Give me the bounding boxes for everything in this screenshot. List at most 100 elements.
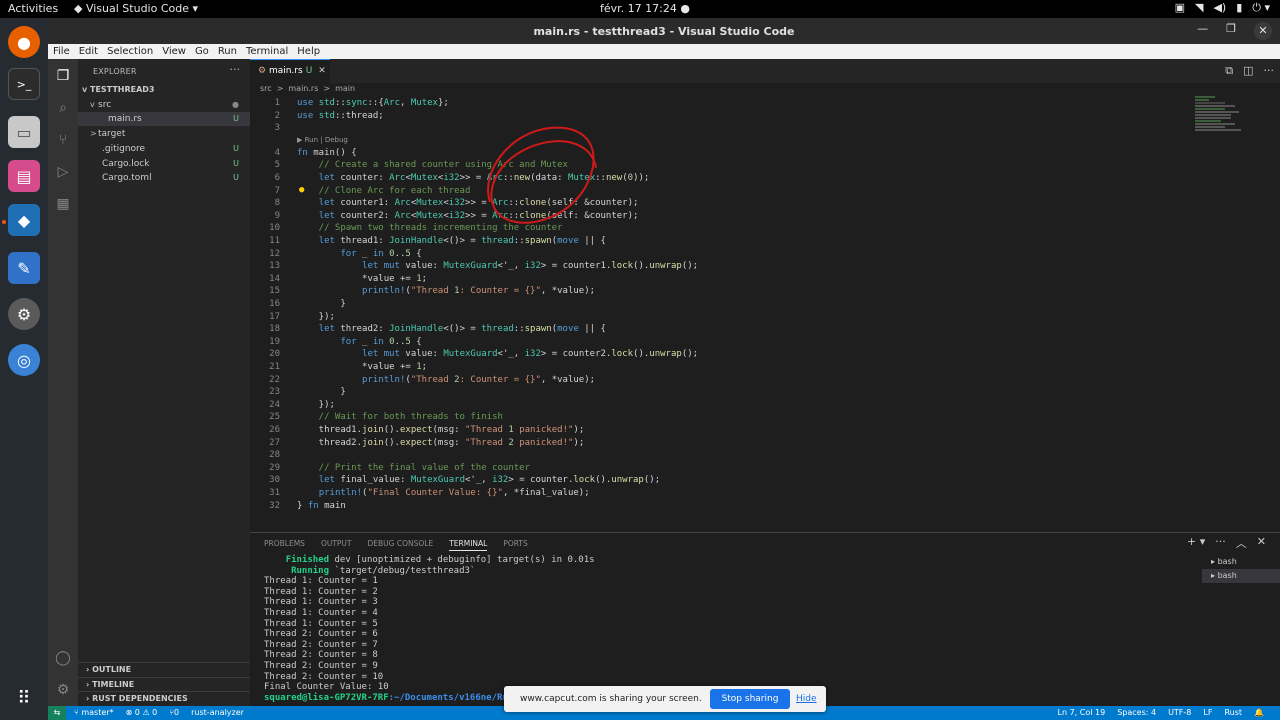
tab-terminal[interactable]: TERMINAL	[449, 539, 488, 551]
split-editor-icon[interactable]: ◫	[1243, 64, 1253, 78]
code-line[interactable]: 20 let mut value: MutexGuard<'_, i32> = …	[250, 348, 698, 361]
menu-terminal[interactable]: Terminal	[246, 46, 288, 57]
close-button[interactable]: ✕	[1254, 22, 1272, 40]
cursor-position[interactable]: Ln 7, Col 19	[1058, 706, 1106, 720]
code-line[interactable]: 19 for _ in 0..5 {	[250, 336, 422, 349]
video-editor-icon[interactable]: ▤	[8, 160, 40, 192]
breadcrumb-main[interactable]: main	[335, 84, 355, 93]
tab-debug-console[interactable]: DEBUG CONSOLE	[368, 539, 434, 551]
encoding[interactable]: UTF-8	[1168, 706, 1191, 720]
code-line[interactable]: 12 for _ in 0..5 {	[250, 248, 422, 261]
code-line[interactable]: 10 // Spawn two threads incrementing the…	[250, 222, 562, 235]
code-line[interactable]: 28	[250, 449, 280, 462]
project-folder[interactable]: v TESTTHREAD3	[78, 83, 250, 97]
system-tray[interactable]: ▣ ◥ ◀) ▮ ⏻ ▾	[1175, 1, 1270, 15]
close-tab-icon[interactable]: ✕	[318, 66, 326, 76]
language-mode[interactable]: Rust	[1224, 706, 1242, 720]
clock[interactable]: févr. 17 17:24 ●	[600, 2, 690, 15]
code-line[interactable]: 1 use std::sync::{Arc, Mutex};	[250, 97, 449, 110]
menu-edit[interactable]: Edit	[79, 46, 98, 57]
minimize-button[interactable]: —	[1197, 22, 1208, 40]
code-line[interactable]: 3	[250, 122, 280, 135]
code-line[interactable]: 23 }	[250, 386, 346, 399]
tab-ports[interactable]: PORTS	[503, 539, 527, 551]
rust-dependencies-section[interactable]: › RUST DEPENDENCIES	[78, 691, 250, 705]
code-line[interactable]: 31 println!("Final Counter Value: {}", *…	[250, 487, 589, 500]
tree-item-src[interactable]: v src ●	[78, 98, 250, 112]
more-actions-icon[interactable]: ···	[1215, 535, 1226, 551]
code-line[interactable]: 17 });	[250, 311, 335, 324]
notifications-icon[interactable]: 🔔	[1254, 706, 1264, 720]
timeline-section[interactable]: › TIMELINE	[78, 677, 250, 691]
code-line[interactable]: 2 use std::thread;	[250, 110, 384, 123]
tree-item-cargo-lock[interactable]: Cargo.lock U	[78, 157, 250, 171]
code-line[interactable]: 5 // Create a shared counter using Arc a…	[250, 159, 568, 172]
code-line[interactable]: 16 }	[250, 298, 346, 311]
tree-item-main-rs[interactable]: main.rs U	[78, 112, 250, 126]
chromium-icon[interactable]: ◎	[8, 344, 40, 376]
manage-gear-icon[interactable]: ⚙	[54, 681, 72, 699]
menu-help[interactable]: Help	[297, 46, 320, 57]
code-line[interactable]: 21 *value += 1;	[250, 361, 427, 374]
terminal-icon[interactable]: >_	[8, 68, 40, 100]
code-line[interactable]: 26 thread1.join().expect(msg: "Thread 1 …	[250, 424, 584, 437]
code-line[interactable]: 7 // Clone Arc for each thread	[250, 185, 471, 198]
line-ending[interactable]: LF	[1203, 706, 1212, 720]
more-actions-icon[interactable]: ···	[1264, 64, 1275, 78]
maximize-panel-icon[interactable]: ︿	[1236, 535, 1247, 551]
code-line[interactable]: 14 *value += 1;	[250, 273, 427, 286]
run-debug-icon[interactable]: ▷	[54, 163, 72, 181]
tab-output[interactable]: OUTPUT	[321, 539, 352, 551]
stop-sharing-button[interactable]: Stop sharing	[710, 689, 790, 709]
text-editor-icon[interactable]: ✎	[8, 252, 40, 284]
indentation[interactable]: Spaces: 4	[1117, 706, 1156, 720]
branch-indicator[interactable]: ⑂ master*	[74, 706, 114, 720]
rust-analyzer-status[interactable]: rust-analyzer	[191, 706, 244, 720]
code-line[interactable]: 29 // Print the final value of the count…	[250, 462, 530, 475]
search-icon[interactable]: ⌕	[54, 99, 72, 117]
more-actions-icon[interactable]: ···	[230, 63, 241, 76]
code-line[interactable]: 4 fn main() {	[250, 147, 357, 160]
code-line[interactable]: 11 let thread1: JoinHandle<()> = thread:…	[250, 235, 606, 248]
account-icon[interactable]: ◯	[54, 649, 72, 667]
settings-icon[interactable]: ⚙	[8, 298, 40, 330]
source-control-icon[interactable]: ⑂	[54, 131, 72, 149]
app-menu[interactable]: ◆ Visual Studio Code ▾	[74, 2, 198, 15]
code-line[interactable]: 27 thread2.join().expect(msg: "Thread 2 …	[250, 437, 584, 450]
breadcrumb-src[interactable]: src	[260, 84, 272, 93]
code-line[interactable]: 8 let counter1: Arc<Mutex<i32>> = Arc::c…	[250, 197, 639, 210]
terminal-session[interactable]: ▸ bash	[1202, 555, 1280, 569]
code-line[interactable]: 13 let mut value: MutexGuard<'_, i32> = …	[250, 260, 698, 273]
menu-run[interactable]: Run	[218, 46, 237, 57]
menu-selection[interactable]: Selection	[107, 46, 153, 57]
code-line[interactable]: 22 println!("Thread 2: Counter = {}", *v…	[250, 374, 595, 387]
vscode-icon[interactable]: ◆	[8, 204, 40, 236]
show-apps-icon[interactable]: ⠿	[8, 682, 40, 714]
tab-problems[interactable]: PROBLEMS	[264, 539, 305, 551]
breadcrumb-main-rs[interactable]: main.rs	[288, 84, 318, 93]
remote-icon[interactable]: ⇆	[48, 706, 66, 720]
code-line[interactable]: 30 let final_value: MutexGuard<'_, i32> …	[250, 474, 660, 487]
lightbulb-icon[interactable]: ●	[299, 185, 304, 195]
terminal-output[interactable]: Finished dev [unoptimized + debuginfo] t…	[264, 555, 595, 703]
tree-item-cargo-toml[interactable]: Cargo.toml U	[78, 171, 250, 185]
maximize-button[interactable]: ❐	[1226, 22, 1236, 40]
close-panel-icon[interactable]: ✕	[1257, 535, 1266, 551]
extensions-icon[interactable]: ▦	[54, 195, 72, 213]
outline-section[interactable]: › OUTLINE	[78, 662, 250, 676]
code-line[interactable]: 32} fn main	[250, 500, 346, 513]
code-line[interactable]: 24 });	[250, 399, 335, 412]
tab-main-rs[interactable]: ⚙ main.rs U ✕	[250, 59, 330, 83]
code-line[interactable]: 18 let thread2: JoinHandle<()> = thread:…	[250, 323, 606, 336]
code-line[interactable]: 25 // Wait for both threads to finish	[250, 411, 503, 424]
code-line[interactable]: 6 let counter: Arc<Mutex<i32>> = Arc::ne…	[250, 172, 650, 185]
activities-button[interactable]: Activities	[8, 2, 58, 15]
window-title-bar[interactable]: main.rs - testthread3 - Visual Studio Co…	[48, 18, 1280, 44]
files-icon[interactable]: ▭	[8, 116, 40, 148]
run-debug-codelens[interactable]: ▶ Run | Debug	[297, 136, 348, 144]
minimap[interactable]	[1195, 96, 1245, 146]
hide-banner-link[interactable]: Hide	[796, 694, 817, 704]
menu-go[interactable]: Go	[195, 46, 209, 57]
terminal-session[interactable]: ▸ bash	[1202, 569, 1280, 583]
code-editor[interactable]: 1 use std::sync::{Arc, Mutex}; 2 use std::t…	[250, 96, 1280, 530]
